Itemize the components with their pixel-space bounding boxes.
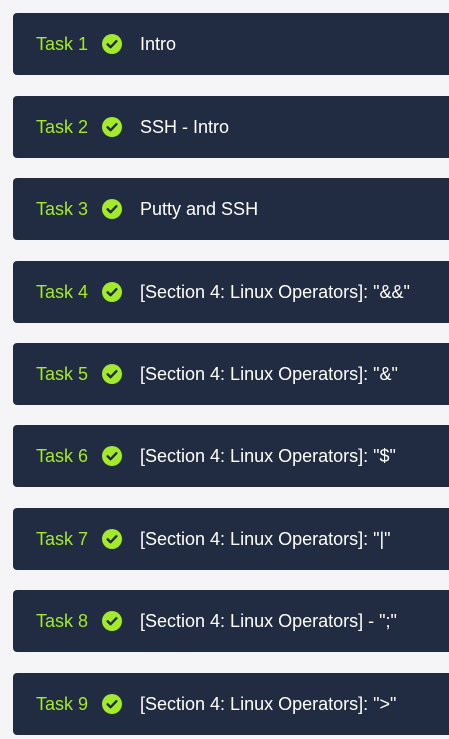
task-number: Task 5 <box>36 363 89 384</box>
task-title: [Section 4: Linux Operators]: "$" <box>140 445 396 466</box>
task-card-8[interactable]: Task 8 [Section 4: Linux Operators] - ";… <box>13 590 449 652</box>
task-list: Task 1 Intro Task 2 SSH - Intro Task 3 P… <box>0 0 449 739</box>
check-circle-icon <box>102 694 122 714</box>
task-card-4[interactable]: Task 4 [Section 4: Linux Operators]: "&&… <box>13 261 449 323</box>
check-circle-icon <box>102 34 122 54</box>
check-circle-icon <box>102 611 122 631</box>
task-number: Task 6 <box>36 445 89 466</box>
task-title: [Section 4: Linux Operators]: "&&" <box>140 281 410 302</box>
task-title: SSH - Intro <box>140 116 230 137</box>
task-card-2[interactable]: Task 2 SSH - Intro <box>13 96 449 158</box>
check-circle-icon <box>102 199 122 219</box>
check-circle-icon <box>102 364 122 384</box>
task-title: [Section 4: Linux Operators]: "|" <box>140 528 391 549</box>
task-card-7[interactable]: Task 7 [Section 4: Linux Operators]: "|" <box>13 508 449 570</box>
check-circle-icon <box>102 446 122 466</box>
task-number: Task 1 <box>36 33 89 54</box>
check-circle-icon <box>102 117 122 137</box>
task-title: [Section 4: Linux Operators]: ">" <box>140 693 397 714</box>
task-title: Putty and SSH <box>140 198 259 219</box>
task-card-3[interactable]: Task 3 Putty and SSH <box>13 178 449 240</box>
check-circle-icon <box>102 282 122 302</box>
task-title: Intro <box>140 33 177 54</box>
task-number: Task 8 <box>36 610 89 631</box>
check-circle-icon <box>102 529 122 549</box>
task-title: [Section 4: Linux Operators] - ";" <box>140 610 397 631</box>
task-number: Task 4 <box>36 281 89 302</box>
task-card-9[interactable]: Task 9 [Section 4: Linux Operators]: ">" <box>13 673 449 735</box>
task-card-5[interactable]: Task 5 [Section 4: Linux Operators]: "&" <box>13 343 449 405</box>
task-number: Task 2 <box>36 116 89 137</box>
task-number: Task 3 <box>36 198 89 219</box>
task-card-1[interactable]: Task 1 Intro <box>13 13 449 75</box>
task-number: Task 9 <box>36 693 89 714</box>
task-number: Task 7 <box>36 528 89 549</box>
task-card-6[interactable]: Task 6 [Section 4: Linux Operators]: "$" <box>13 425 449 487</box>
task-title: [Section 4: Linux Operators]: "&" <box>140 363 398 384</box>
